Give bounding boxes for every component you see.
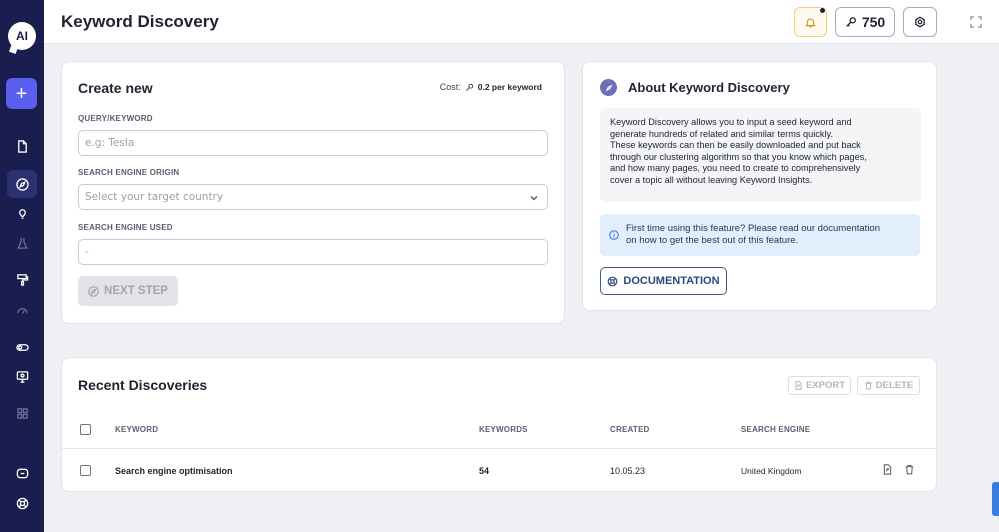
document-icon[interactable] — [12, 136, 32, 156]
feedback-tab[interactable] — [992, 482, 999, 516]
row-export-icon[interactable] — [882, 464, 893, 475]
new-project-button[interactable]: + — [6, 78, 37, 109]
gauge-icon[interactable] — [12, 300, 32, 320]
cost-value: 0.2 per keyword — [477, 82, 542, 92]
used-value: - — [85, 246, 89, 258]
delete-label: DELETE — [875, 380, 914, 391]
paint-roller-icon[interactable] — [12, 269, 32, 289]
row-trash-icon[interactable] — [904, 464, 915, 475]
table-divider — [62, 448, 938, 449]
export-button[interactable]: EXPORT — [788, 376, 851, 395]
select-all-checkbox[interactable] — [80, 424, 91, 435]
origin-select[interactable]: Select your target country — [78, 184, 548, 210]
recent-discoveries-card: Recent Discoveries EXPORT DELETE KEYWORD… — [61, 357, 938, 492]
grid-icon[interactable] — [12, 403, 32, 423]
row-checkbox[interactable] — [80, 465, 91, 476]
key-icon — [846, 17, 856, 27]
create-title: Create new — [78, 80, 153, 96]
col-keywords[interactable]: KEYWORDS — [479, 425, 528, 434]
col-created[interactable]: CREATED — [610, 425, 649, 434]
recent-title: Recent Discoveries — [78, 377, 208, 393]
query-label: QUERY/KEYWORD — [78, 114, 153, 123]
notification-dot — [820, 8, 825, 13]
info-line-1: First time using this feature? Please re… — [626, 223, 880, 234]
export-label: EXPORT — [805, 380, 846, 391]
used-label: SEARCH ENGINE USED — [78, 223, 173, 232]
chat-icon[interactable] — [12, 463, 32, 483]
row-keyword[interactable]: Search engine optimisation — [115, 466, 233, 476]
notifications-button[interactable] — [794, 7, 827, 37]
cost-info: Cost: 0.2 per keyword — [440, 82, 542, 92]
sidebar: AI + — [0, 0, 44, 532]
fullscreen-icon[interactable] — [969, 15, 983, 29]
help-icon — [608, 276, 618, 286]
col-search-engine[interactable]: SEARCH ENGINE — [741, 425, 810, 434]
lightbulb-icon[interactable] — [12, 203, 32, 223]
query-input[interactable] — [85, 137, 547, 149]
query-field-wrapper — [78, 130, 548, 156]
documentation-label: DOCUMENTATION — [623, 275, 720, 287]
next-step-label: NEXT STEP — [104, 285, 168, 297]
documentation-button[interactable]: DOCUMENTATION — [600, 267, 727, 295]
toggle-icon[interactable] — [12, 337, 32, 357]
chevron-down-icon — [530, 196, 538, 201]
settings-button[interactable] — [903, 7, 937, 37]
about-card: About Keyword Discovery Keyword Discover… — [582, 61, 937, 311]
origin-label: SEARCH ENGINE ORIGIN — [78, 168, 180, 177]
export-icon — [795, 381, 802, 390]
next-step-button[interactable]: NEXT STEP — [78, 276, 178, 306]
row-keywords-count: 54 — [479, 466, 490, 476]
credits-count: 750 — [861, 14, 886, 30]
col-keyword[interactable]: KEYWORD — [115, 425, 158, 434]
monitor-icon[interactable] — [12, 366, 32, 386]
create-new-card: Create new Cost: 0.2 per keyword QUERY/K… — [61, 61, 565, 324]
info-icon — [609, 230, 619, 240]
key-icon — [465, 83, 473, 91]
flask-icon[interactable] — [12, 233, 32, 253]
help-icon[interactable] — [12, 493, 32, 513]
about-description: Keyword Discovery allows you to input a … — [600, 108, 921, 202]
origin-placeholder: Select your target country — [85, 191, 224, 203]
compass-icon[interactable] — [7, 170, 37, 198]
used-field[interactable]: - — [78, 239, 548, 265]
row-search-engine: United Kingdom — [741, 466, 802, 476]
credits-button[interactable]: 750 — [835, 7, 895, 37]
compass-icon — [600, 79, 617, 96]
app-logo[interactable]: AI — [8, 22, 36, 50]
gear-icon — [915, 16, 925, 28]
page-title: Keyword Discovery — [61, 12, 219, 31]
bell-icon — [805, 17, 816, 27]
info-line-2: on how to get the best out of this featu… — [626, 235, 799, 246]
cost-label: Cost: — [439, 82, 461, 92]
about-title: About Keyword Discovery — [628, 80, 790, 95]
delete-button[interactable]: DELETE — [857, 376, 920, 395]
compass-icon — [88, 285, 99, 297]
row-created: 10.05.23 — [610, 466, 646, 476]
info-banner: First time using this feature? Please re… — [600, 214, 920, 256]
top-header: Keyword Discovery 750 — [44, 0, 999, 44]
trash-icon — [865, 381, 872, 390]
